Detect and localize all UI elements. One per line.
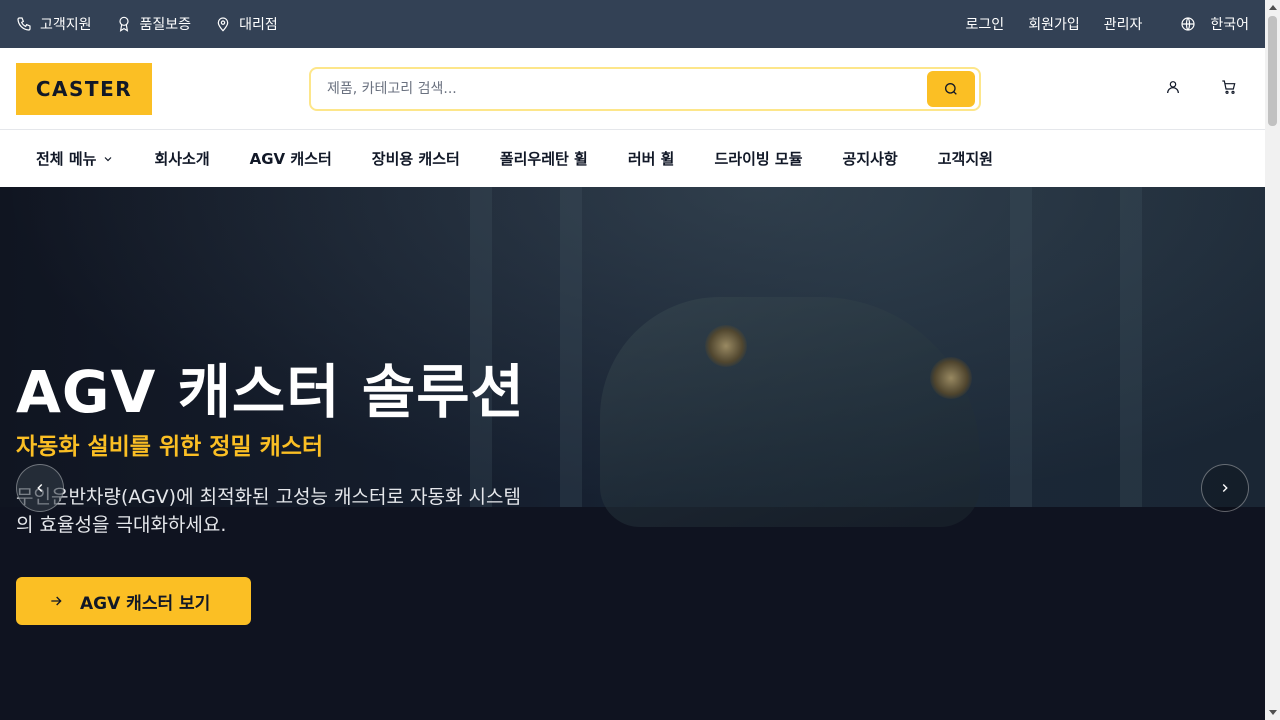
hero-background-shelf [1010,187,1032,507]
topbar-link-support[interactable]: 고객지원 [16,14,92,34]
phone-icon [17,17,31,31]
nav-item-rubber-wheel[interactable]: 러버 휠 [628,148,675,169]
nav-item-agv-caster[interactable]: AGV 캐스터 [250,148,332,169]
site-header: CASTER [0,48,1265,130]
topbar-link-label: 대리점 [239,17,278,33]
hero-robot-light [705,325,747,367]
topbar-link-label: 품질보증 [139,17,192,33]
logo[interactable]: CASTER [16,62,152,115]
carousel-next-button[interactable] [1201,464,1249,512]
nav-item-equipment-caster[interactable]: 장비용 캐스터 [372,148,460,169]
nav-item-notice[interactable]: 공지사항 [843,148,898,169]
header-actions [1165,79,1237,95]
main-nav: 전체 메뉴 회사소개 AGV 캐스터 장비용 캐스터 폴리우레탄 휠 러버 휠 … [0,130,1265,187]
top-utility-bar: 고객지원 품질보증 대리점 로그인 회원가입 관리자 한국어 [0,0,1265,48]
login-label: 로그인 [965,17,1005,33]
scroll-thumb[interactable] [1268,16,1277,126]
search-bar [309,67,981,111]
language-label: 한국어 [1210,17,1249,33]
topbar-link-quality[interactable]: 품질보증 [116,14,192,34]
search-button[interactable] [927,71,975,107]
search-input[interactable] [327,81,927,97]
hero-description: 무인운반차량(AGV)에 최적화된 고성능 캐스터로 자동화 시스템의 효율성을… [16,486,521,536]
cta-label: AGV 캐스터 보기 [80,593,211,614]
topbar-link-dealer[interactable]: 대리점 [215,14,278,34]
topbar-link-label: 고객지원 [40,17,92,33]
hero-background-shelf [1120,187,1142,507]
language-selector[interactable]: 한국어 [1180,14,1249,34]
search-icon [945,83,957,95]
nav-item-support[interactable]: 고객지원 [938,148,993,169]
award-icon [118,16,129,32]
nav-item-company[interactable]: 회사소개 [154,148,209,169]
signup-link[interactable]: 회원가입 [1028,14,1080,34]
agv-caster-cta-button[interactable]: AGV 캐스터 보기 [16,577,251,625]
hero-background-shelf [560,187,582,507]
nav-item-driving-module[interactable]: 드라이빙 모듈 [714,148,802,169]
page-scrollbar[interactable] [1265,0,1280,720]
hero-title: AGV 캐스터 솔루션 [16,358,525,426]
signup-label: 회원가입 [1028,17,1080,33]
chevron-right-icon [1222,484,1228,492]
nav-item-polyurethane-wheel[interactable]: 폴리우레탄 휠 [500,148,588,169]
login-link[interactable]: 로그인 [966,14,1005,34]
all-menu-label: 전체 메뉴 [36,150,97,168]
all-menu-button[interactable]: 전체 메뉴 [36,148,114,169]
admin-label: 관리자 [1103,17,1143,33]
cart-icon[interactable] [1221,79,1237,95]
arrow-right-icon [51,596,62,606]
hero-banner: AGV 캐스터 솔루션 자동화 설비를 위한 정밀 캐스터 무인운반차량(AGV… [0,187,1265,720]
user-icon[interactable] [1165,79,1181,95]
globe-icon [1181,17,1195,31]
hero-robot-light [930,357,972,399]
scroll-down-arrow[interactable] [1269,710,1277,715]
topbar-left-links: 고객지원 품질보증 대리점 [16,14,278,34]
chevron-left-icon [37,484,43,492]
hero-subtitle: 자동화 설비를 위한 정밀 캐스터 [16,434,324,460]
admin-link[interactable]: 관리자 [1104,14,1143,34]
map-pin-icon [217,17,229,32]
topbar-right-links: 로그인 회원가입 관리자 한국어 [966,14,1249,34]
chevron-down-icon [105,156,112,161]
scroll-up-arrow[interactable] [1269,5,1277,10]
carousel-prev-button[interactable] [16,464,64,512]
